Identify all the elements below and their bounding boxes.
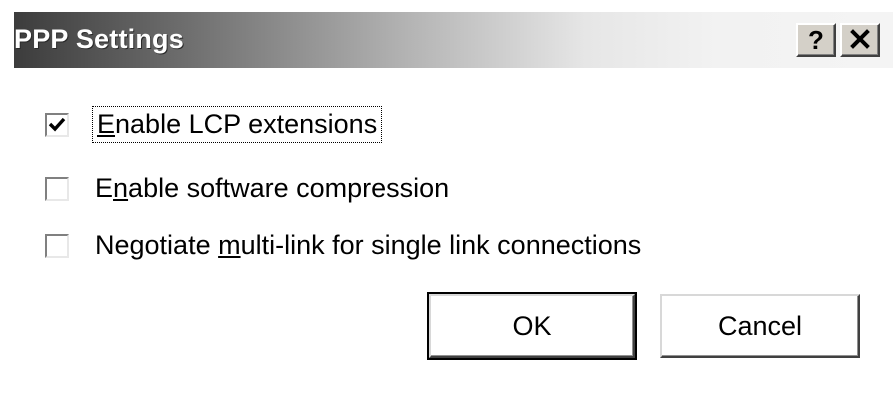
enable-lcp-extensions-checkbox[interactable] <box>45 112 69 137</box>
enable-lcp-extensions-option[interactable]: Enable LCP extensions <box>45 106 383 143</box>
enable-software-compression-checkbox[interactable] <box>45 176 69 201</box>
negotiate-multilink-option[interactable]: Negotiate multi-link for single link con… <box>45 230 641 261</box>
enable-software-compression-label[interactable]: Enable software compression <box>95 173 449 204</box>
close-icon <box>850 27 870 53</box>
negotiate-multilink-label[interactable]: Negotiate multi-link for single link con… <box>95 230 641 261</box>
enable-lcp-extensions-label[interactable]: Enable LCP extensions <box>91 106 383 143</box>
negotiate-multilink-checkbox[interactable] <box>45 233 69 258</box>
help-button[interactable]: ? <box>796 23 836 57</box>
cancel-button[interactable]: Cancel <box>660 294 860 358</box>
close-button[interactable] <box>840 23 880 57</box>
checkmark-icon <box>48 117 66 131</box>
question-mark-icon: ? <box>808 25 824 55</box>
title-bar[interactable]: PPP Settings ? <box>14 12 893 68</box>
dialog-title: PPP Settings <box>14 24 184 54</box>
enable-software-compression-option[interactable]: Enable software compression <box>45 173 449 204</box>
ok-button[interactable]: OK <box>427 292 637 360</box>
ppp-settings-dialog: PPP Settings ? Enable LCP extensions Ena… <box>14 12 893 382</box>
